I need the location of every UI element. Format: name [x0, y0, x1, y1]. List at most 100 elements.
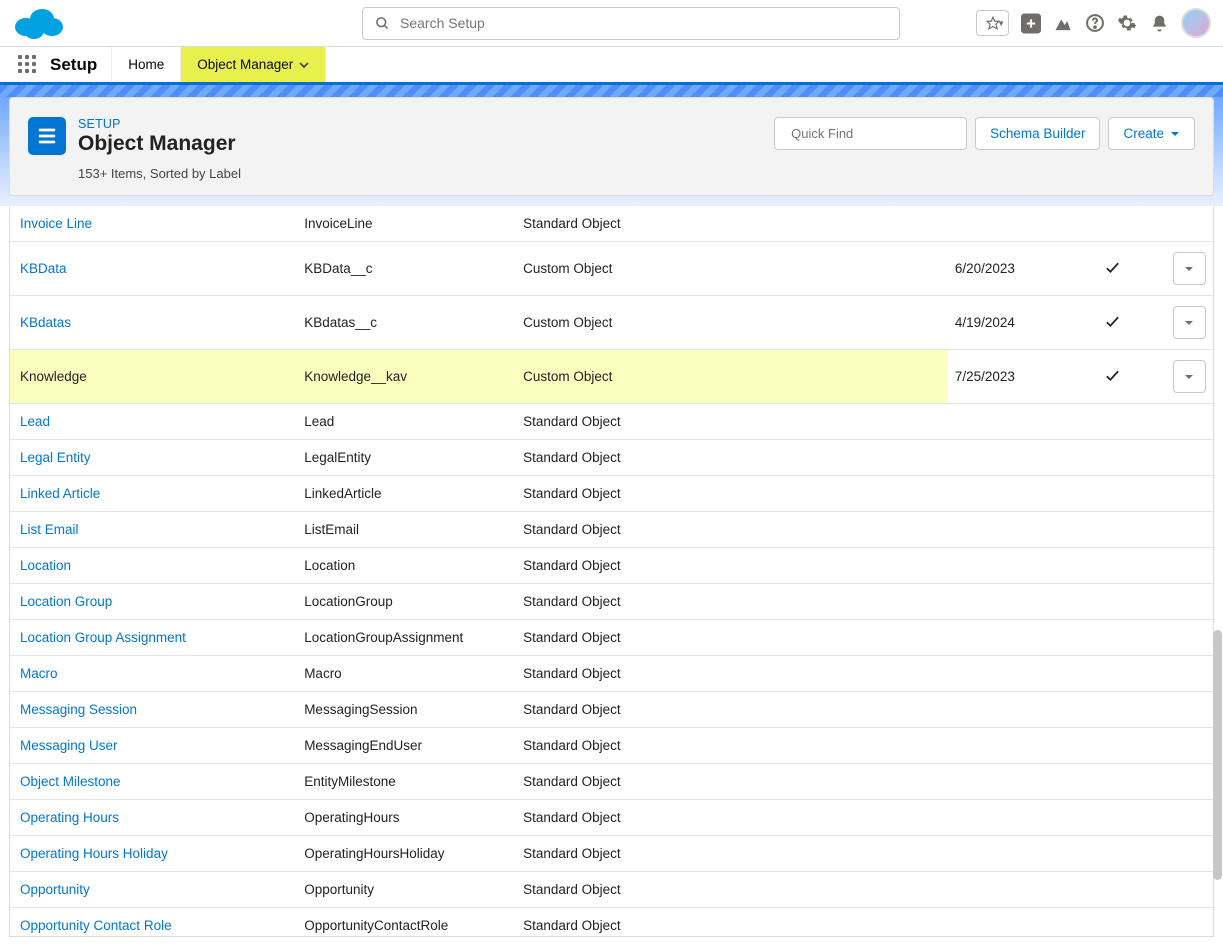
- table-row: Operating HoursOperatingHoursStandard Ob…: [10, 800, 1213, 836]
- object-deployed: [1059, 548, 1164, 584]
- add-icon[interactable]: [1021, 13, 1041, 33]
- object-modified-date: [947, 620, 1059, 656]
- row-actions-button[interactable]: [1173, 360, 1206, 393]
- page-header: SETUP Object Manager 153+ Items, Sorted …: [9, 97, 1214, 196]
- object-modified-date: [947, 404, 1059, 440]
- row-actions-button[interactable]: [1173, 306, 1206, 339]
- object-type: Standard Object: [515, 656, 947, 692]
- object-type: Standard Object: [515, 836, 947, 872]
- table-row: KBdatasKBdatas__cCustom Object4/19/2024: [10, 296, 1213, 350]
- table-row: LocationLocationStandard Object: [10, 548, 1213, 584]
- create-button[interactable]: Create: [1108, 117, 1195, 150]
- object-label-link[interactable]: Opportunity: [20, 882, 90, 897]
- table-row: OpportunityOpportunityStandard Object: [10, 872, 1213, 908]
- object-type: Standard Object: [515, 764, 947, 800]
- object-label-link[interactable]: Location Group Assignment: [20, 630, 186, 645]
- gear-icon[interactable]: [1117, 13, 1137, 33]
- object-modified-date: [947, 908, 1059, 938]
- object-label-link[interactable]: Operating Hours: [20, 810, 119, 825]
- object-deployed: [1059, 692, 1164, 728]
- object-api-name: Macro: [296, 656, 515, 692]
- tab-object-manager-label: Object Manager: [197, 57, 293, 72]
- decorative-band: [0, 85, 1223, 97]
- object-label-link[interactable]: Knowledge: [20, 369, 87, 384]
- object-deployed: [1059, 656, 1164, 692]
- help-icon[interactable]: [1085, 13, 1105, 33]
- table-row: Messaging UserMessagingEndUserStandard O…: [10, 728, 1213, 764]
- quick-find-input[interactable]: [791, 126, 967, 141]
- object-label-link[interactable]: Location: [20, 558, 71, 573]
- object-deployed: [1059, 728, 1164, 764]
- salesforce-logo[interactable]: [12, 5, 64, 41]
- object-deployed: [1059, 800, 1164, 836]
- object-type: Standard Object: [515, 692, 947, 728]
- object-modified-date: [947, 656, 1059, 692]
- object-label-link[interactable]: Object Milestone: [20, 774, 121, 789]
- object-type: Standard Object: [515, 548, 947, 584]
- object-label-link[interactable]: Opportunity Contact Role: [20, 918, 172, 933]
- object-deployed: [1059, 476, 1164, 512]
- object-deployed: [1059, 620, 1164, 656]
- object-label-link[interactable]: KBData: [20, 261, 67, 276]
- object-table[interactable]: Invoice LineInvoiceLineStandard ObjectKB…: [9, 206, 1214, 937]
- object-type: Standard Object: [515, 620, 947, 656]
- table-row: Operating Hours HolidayOperatingHoursHol…: [10, 836, 1213, 872]
- object-label-link[interactable]: Lead: [20, 414, 50, 429]
- quick-find[interactable]: [774, 117, 967, 150]
- object-modified-date: [947, 440, 1059, 476]
- object-label-link[interactable]: List Email: [20, 522, 79, 537]
- object-label-link[interactable]: Legal Entity: [20, 450, 91, 465]
- object-type: Custom Object: [515, 242, 947, 296]
- object-api-name: LocationGroup: [296, 584, 515, 620]
- global-search[interactable]: [362, 7, 900, 40]
- tab-home[interactable]: Home: [112, 47, 181, 82]
- table-row: Object MilestoneEntityMilestoneStandard …: [10, 764, 1213, 800]
- schema-builder-button[interactable]: Schema Builder: [975, 117, 1100, 150]
- object-type: Standard Object: [515, 440, 947, 476]
- trailhead-icon[interactable]: [1053, 13, 1073, 33]
- object-deployed: [1059, 764, 1164, 800]
- object-label-link[interactable]: Messaging Session: [20, 702, 137, 717]
- object-type: Standard Object: [515, 512, 947, 548]
- row-actions-button[interactable]: [1173, 252, 1206, 285]
- object-modified-date: [947, 692, 1059, 728]
- object-deployed: [1059, 242, 1164, 296]
- table-row: KBDataKBData__cCustom Object6/20/2023: [10, 242, 1213, 296]
- object-deployed: [1059, 512, 1164, 548]
- object-label-link[interactable]: KBdatas: [20, 315, 71, 330]
- object-label-link[interactable]: Linked Article: [20, 486, 100, 501]
- header-utilities: ▼: [976, 8, 1211, 38]
- table-row: Location GroupLocationGroupStandard Obje…: [10, 584, 1213, 620]
- object-type: Standard Object: [515, 206, 947, 242]
- object-modified-date: 7/25/2023: [947, 350, 1059, 404]
- object-api-name: Location: [296, 548, 515, 584]
- check-icon: [1067, 313, 1156, 330]
- object-label-link[interactable]: Operating Hours Holiday: [20, 846, 168, 861]
- favorites-button[interactable]: ▼: [976, 10, 1009, 36]
- object-type: Standard Object: [515, 728, 947, 764]
- table-row: Linked ArticleLinkedArticleStandard Obje…: [10, 476, 1213, 512]
- object-deployed: [1059, 440, 1164, 476]
- scrollbar[interactable]: [1213, 630, 1222, 880]
- app-launcher[interactable]: Setup: [0, 47, 112, 82]
- object-modified-date: 4/19/2024: [947, 296, 1059, 350]
- object-api-name: KBdatas__c: [296, 296, 515, 350]
- object-modified-date: [947, 548, 1059, 584]
- avatar[interactable]: [1181, 8, 1211, 38]
- object-label-link[interactable]: Messaging User: [20, 738, 118, 753]
- table-row: LeadLeadStandard Object: [10, 404, 1213, 440]
- global-search-input[interactable]: [400, 15, 887, 31]
- object-api-name: Knowledge__kav: [296, 350, 515, 404]
- tab-object-manager[interactable]: Object Manager: [181, 47, 326, 82]
- object-api-name: OperatingHours: [296, 800, 515, 836]
- object-modified-date: [947, 476, 1059, 512]
- notifications-icon[interactable]: [1149, 13, 1169, 33]
- object-label-link[interactable]: Location Group: [20, 594, 112, 609]
- global-header: ▼: [0, 0, 1223, 47]
- object-deployed: [1059, 206, 1164, 242]
- table-row: List EmailListEmailStandard Object: [10, 512, 1213, 548]
- object-label-link[interactable]: Invoice Line: [20, 216, 92, 231]
- chevron-down-icon: ▼: [997, 19, 1005, 28]
- object-label-link[interactable]: Macro: [20, 666, 58, 681]
- object-modified-date: [947, 764, 1059, 800]
